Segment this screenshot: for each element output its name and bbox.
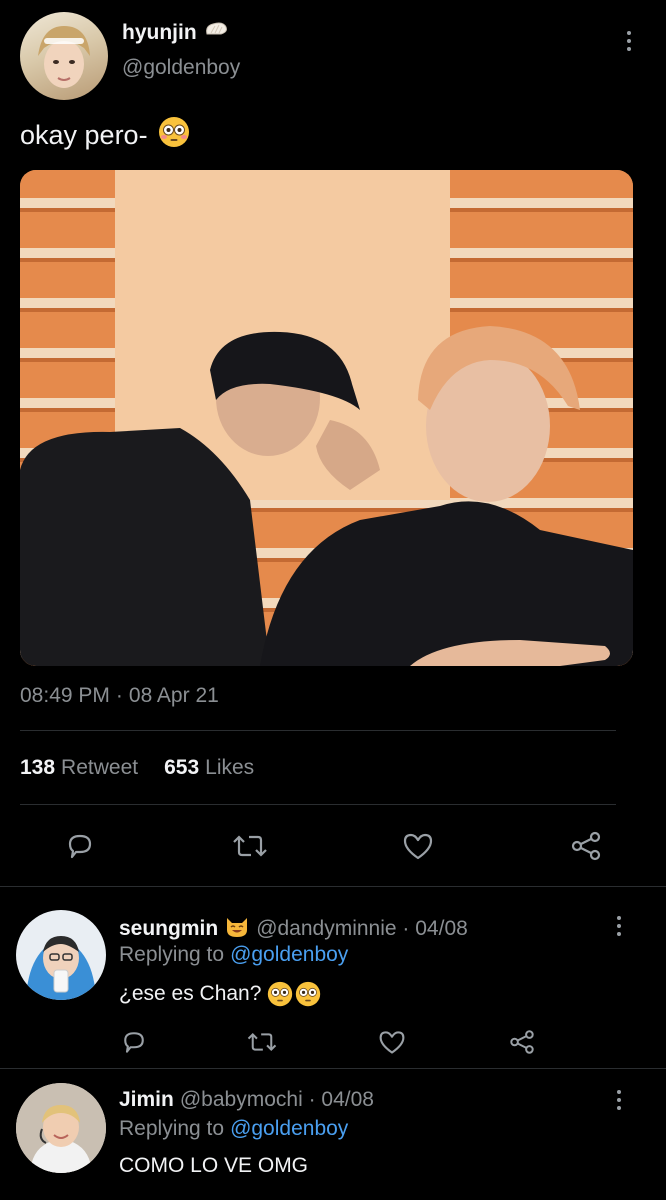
- photo-illustration: [20, 170, 633, 666]
- reply-handle-meta[interactable]: @babymochi · 04/08: [180, 1088, 374, 1112]
- tweet-text: okay pero-: [20, 120, 148, 150]
- reply-text: COMO LO VE OMG: [119, 1154, 309, 1177]
- retweet-count: 138: [20, 756, 56, 779]
- reply-avatar[interactable]: [16, 1083, 106, 1173]
- reply-avatar[interactable]: [16, 910, 106, 1000]
- reply-retweet-icon[interactable]: [244, 1026, 280, 1058]
- reply-like-heart-icon[interactable]: [376, 1026, 408, 1058]
- likes-label[interactable]: Likes: [205, 756, 254, 780]
- tweet-photo[interactable]: [20, 170, 633, 666]
- more-options-icon[interactable]: [617, 27, 641, 55]
- author-handle[interactable]: @goldenboy: [122, 56, 240, 80]
- divider: [0, 1068, 666, 1069]
- reply-display-name[interactable]: Jimin: [119, 1088, 174, 1112]
- replying-to-handle[interactable]: @goldenboy: [230, 1117, 348, 1141]
- retweet-label[interactable]: Retweet: [61, 756, 138, 780]
- author-avatar[interactable]: [20, 12, 108, 100]
- reply-icon[interactable]: [60, 826, 100, 866]
- reply-more-options-icon[interactable]: [607, 912, 631, 940]
- reply-reply-icon[interactable]: [118, 1026, 150, 1058]
- tweet-time: 08:49 PM: [20, 684, 110, 707]
- reply-share-icon[interactable]: [506, 1026, 538, 1058]
- share-icon[interactable]: [566, 826, 606, 866]
- likes-count: 653: [164, 756, 200, 779]
- date-separator: ·: [115, 684, 123, 707]
- divider: [0, 886, 666, 887]
- divider: [20, 730, 616, 731]
- avatar-portrait-icon: [38, 26, 90, 88]
- smiling-cat-icon: [224, 914, 250, 944]
- tweet-date: 08 Apr 21: [128, 684, 219, 707]
- replying-to-handle[interactable]: @goldenboy: [230, 943, 348, 967]
- reply-more-options-icon[interactable]: [607, 1086, 631, 1114]
- reply-text: ¿ese es Chan?: [119, 982, 262, 1005]
- replying-to-label: Replying to: [119, 943, 225, 966]
- author-display-name[interactable]: hyunjin: [122, 21, 197, 45]
- avatar-portrait-icon: [16, 1083, 106, 1173]
- avatar-portrait-icon: [26, 936, 96, 1000]
- replying-to-label: Replying to: [119, 1117, 225, 1140]
- retweet-icon[interactable]: [228, 826, 272, 866]
- bread-icon: [203, 20, 229, 46]
- flushed-face-icon: [267, 981, 321, 1007]
- divider: [20, 804, 616, 805]
- flushed-face-icon: [158, 116, 190, 155]
- like-heart-icon[interactable]: [398, 826, 438, 866]
- reply-handle-meta[interactable]: @dandyminnie · 04/08: [256, 917, 468, 941]
- reply-display-name[interactable]: seungmin: [119, 917, 218, 941]
